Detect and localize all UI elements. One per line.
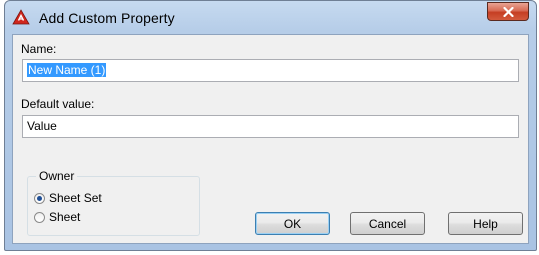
dialog-title: Add Custom Property — [39, 10, 175, 26]
close-button[interactable] — [487, 2, 529, 21]
owner-legend: Owner — [36, 169, 78, 183]
help-button[interactable]: Help — [448, 212, 523, 235]
title-bar[interactable]: Add Custom Property — [5, 1, 536, 35]
owner-option-sheet[interactable]: Sheet — [34, 210, 80, 224]
name-label: Name: — [21, 42, 57, 56]
radio-unselected-icon[interactable] — [34, 211, 45, 223]
owner-option-label: Sheet Set — [49, 191, 102, 205]
autocad-a-icon — [12, 9, 30, 25]
cancel-button[interactable]: Cancel — [350, 212, 425, 235]
default-value-input[interactable]: Value — [22, 115, 519, 138]
owner-groupbox: Owner Sheet Set Sheet — [27, 169, 200, 236]
default-value-input-value: Value — [27, 119, 57, 133]
ok-button[interactable]: OK — [255, 212, 330, 235]
owner-option-label: Sheet — [49, 210, 81, 224]
dialog-window: Add Custom Property Name: New Name (1) D… — [4, 0, 537, 251]
name-input-value: New Name (1) — [27, 63, 107, 77]
radio-selected-icon[interactable] — [34, 192, 45, 204]
default-value-label: Default value: — [21, 97, 95, 111]
owner-option-sheet-set[interactable]: Sheet Set — [34, 191, 102, 205]
dialog-content: Name: New Name (1) Default value: Value … — [12, 34, 529, 244]
close-icon — [502, 6, 514, 17]
name-input[interactable]: New Name (1) — [22, 59, 519, 82]
